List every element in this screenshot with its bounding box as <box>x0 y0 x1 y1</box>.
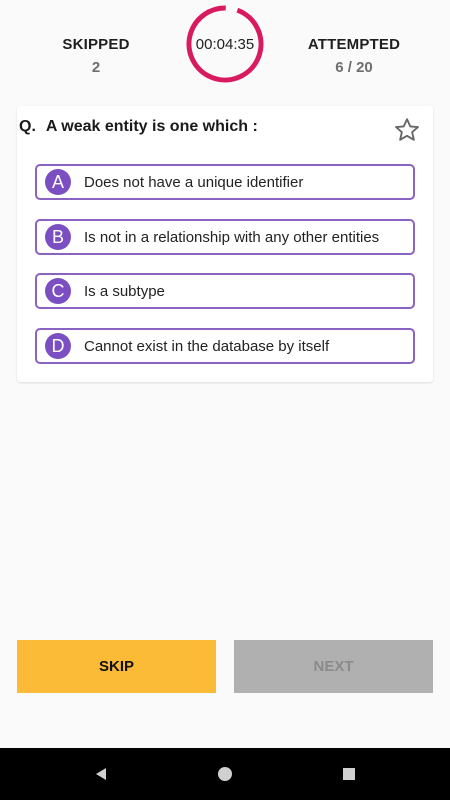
option-d-text: Cannot exist in the database by itself <box>84 337 330 355</box>
system-nav-bar <box>0 748 450 800</box>
attempted-label: ATTEMPTED <box>307 36 401 53</box>
option-c[interactable]: C Is a subtype <box>35 273 415 309</box>
attempted-stat: ATTEMPTED 6 / 20 <box>284 36 424 76</box>
question-card: Q. A weak entity is one which : A Does n… <box>17 106 433 382</box>
question-prefix: Q. <box>19 118 36 135</box>
back-triangle-icon[interactable] <box>91 764 111 784</box>
next-button[interactable]: NEXT <box>234 640 433 693</box>
quiz-screen: SKIPPED 2 00:04:35 ATTEMPTED 6 / 20 Q. A… <box>0 0 450 800</box>
option-b-text: Is not in a relationship with any other … <box>84 228 380 246</box>
timer-text: 00:04:35 <box>195 35 255 53</box>
home-circle-icon[interactable] <box>215 764 235 784</box>
attempted-count: 6 / 20 <box>335 59 373 76</box>
option-c-badge: C <box>45 278 71 304</box>
option-c-text: Is a subtype <box>84 282 165 300</box>
option-b[interactable]: B Is not in a relationship with any othe… <box>35 219 415 255</box>
option-b-badge: B <box>45 224 71 250</box>
question-text: Q. A weak entity is one which : <box>19 118 383 136</box>
skipped-count: 2 <box>91 59 101 76</box>
option-a-text: Does not have a unique identifier <box>84 173 304 191</box>
option-a[interactable]: A Does not have a unique identifier <box>35 164 415 200</box>
option-a-badge: A <box>45 169 71 195</box>
skipped-label: SKIPPED <box>62 36 130 53</box>
option-d-badge: D <box>45 333 71 359</box>
recents-square-icon[interactable] <box>339 764 359 784</box>
skip-button[interactable]: SKIP <box>17 640 216 693</box>
star-outline-icon[interactable] <box>393 116 421 144</box>
countdown-timer: 00:04:35 <box>185 4 265 84</box>
skipped-stat: SKIPPED 2 <box>26 36 166 76</box>
option-d[interactable]: D Cannot exist in the database by itself <box>35 328 415 364</box>
question-body: A weak entity is one which : <box>45 118 258 135</box>
